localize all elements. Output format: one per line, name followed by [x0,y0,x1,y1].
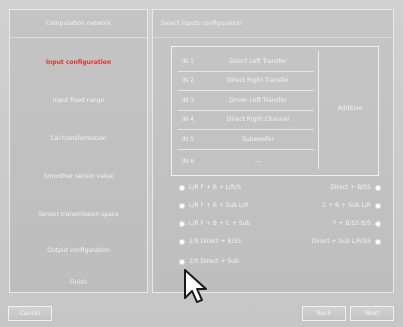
port-id: IN 5 [182,136,194,143]
mouse-pointer-icon [184,269,207,303]
port-row[interactable]: IN 2 Direct Right Transfer [182,74,312,88]
cancel-button[interactable]: Cancel [8,306,52,321]
port-id: IN 2 [182,77,194,84]
port-divider [178,90,314,91]
steps-header: Computation network [10,10,147,38]
next-button[interactable]: Next [350,306,394,321]
port-name: --- [254,158,262,165]
ports-side-label: Additive [337,105,363,112]
config-panel: Select inputs configuration IN 1 Direct … [152,9,394,293]
option-right-3[interactable]: F + B/S5 B/S [333,218,381,230]
radio-button[interactable] [179,184,185,191]
port-name: Direct Left Transfer [229,58,287,65]
step-smoother-sensor-value[interactable]: Smoother sensor value [10,170,147,184]
port-divider [178,129,314,130]
step-input-fixed-range[interactable]: Input fixed range [10,94,147,108]
steps-panel: Computation network Input configuration … [9,9,148,293]
option-left-4[interactable]: 2/S Direct + B/S5 [179,236,241,248]
step-cal-transformation[interactable]: Cal transformation [10,132,147,146]
radio-button[interactable] [179,220,185,227]
radio-button[interactable] [375,238,381,245]
port-name: Direct Right Channel [226,116,290,123]
step-input-configuration[interactable]: Input configuration [10,56,147,70]
back-button[interactable]: Back [302,306,346,321]
radio-button[interactable] [179,238,185,245]
option-left-1[interactable]: L/R F + B + L/R/S [179,182,241,194]
port-row[interactable]: IN 6 --- [182,155,312,169]
port-divider [178,71,314,72]
port-divider [178,110,314,111]
radio-button[interactable] [375,202,381,209]
port-divider [178,149,314,150]
wizard-window: Computation network Input configuration … [0,0,403,327]
port-id: IN 4 [182,116,194,123]
radio-button[interactable] [375,220,381,227]
step-sensor-transmission-space[interactable]: Sensor transmission space [10,208,147,222]
port-row[interactable]: IN 1 Direct Left Transfer [182,55,312,69]
radio-button[interactable] [375,184,381,191]
port-name: Driver Left Transfer [229,97,287,104]
option-left-5[interactable]: 2/S Direct + Sub [179,256,239,268]
port-id: IN 1 [182,58,194,65]
option-right-2[interactable]: C + B + Sub L/R [322,200,381,212]
config-header: Select inputs configuration [153,10,393,38]
option-left-2[interactable]: L/R F + B + Sub L/R [179,200,249,212]
port-row[interactable]: IN 3 Driver Left Transfer [182,94,312,108]
step-output-configuration[interactable]: Output configuration [10,244,147,258]
port-row[interactable]: IN 5 Subwoofer [182,133,312,147]
option-left-3[interactable]: L/R F + B + C + Sub [179,218,250,230]
option-right-4[interactable]: Direct + Sub L/R/S5 [312,236,381,248]
radio-button[interactable] [179,202,185,209]
port-id: IN 3 [182,97,194,104]
ports-vertical-divider [318,51,319,169]
port-name: Subwoofer [242,136,274,143]
ports-box: IN 1 Direct Left Transfer IN 2 Direct Ri… [171,46,379,176]
step-finish[interactable]: Finish [10,276,147,290]
port-id: IN 6 [182,158,194,165]
option-right-1[interactable]: Direct + B/S5 [330,182,381,194]
port-row[interactable]: IN 4 Direct Right Channel [182,113,312,127]
radio-button[interactable] [179,258,185,265]
port-name: Direct Right Transfer [227,77,289,84]
